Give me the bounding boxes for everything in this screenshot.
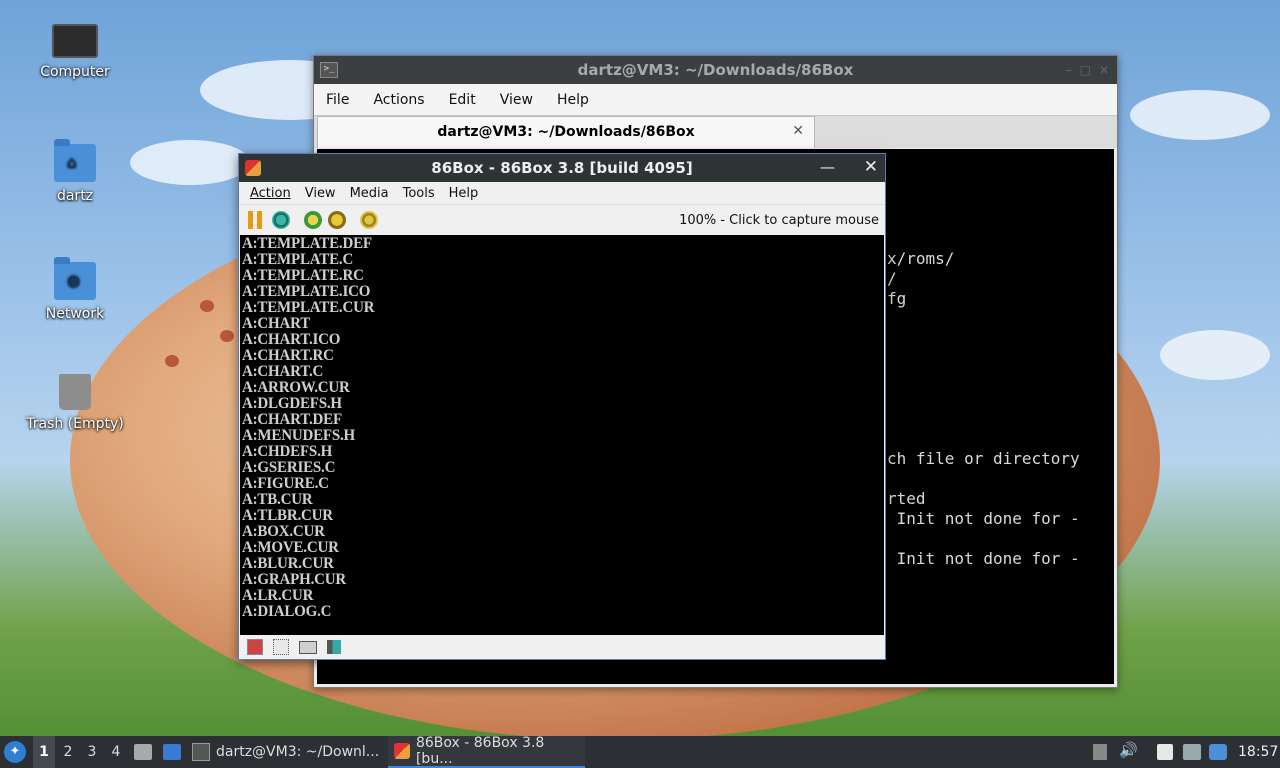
menu-view[interactable]: View — [298, 186, 343, 201]
terminal-tabbar: dartz@VM3: ~/Downloads/86Box ✕ — [314, 115, 1117, 148]
clock[interactable]: 18:57 — [1238, 736, 1278, 768]
computer-icon — [52, 24, 98, 58]
updates-icon[interactable] — [1209, 744, 1227, 760]
86box-statusbar — [240, 636, 884, 658]
menu-actions[interactable]: Actions — [361, 92, 436, 108]
trash-icon — [59, 374, 91, 410]
terminal-titlebar[interactable]: >_ dartz@VM3: ~/Downloads/86Box – □ ✕ — [314, 56, 1117, 84]
menu-file[interactable]: File — [314, 92, 361, 108]
terminal-tab-label: dartz@VM3: ~/Downloads/86Box — [437, 124, 695, 140]
volume-icon[interactable]: 🔊 — [1119, 741, 1138, 759]
86box-toolbar: 100% - Click to capture mouse — [239, 204, 885, 235]
dos-line: A:DIALOG.C — [242, 603, 332, 621]
terminal-line: Init not done for - — [887, 509, 1080, 528]
86box-window: 86Box - 86Box 3.8 [build 4095] — ✕ Actio… — [238, 153, 886, 660]
86box-title: 86Box - 86Box 3.8 [build 4095] — [431, 159, 693, 177]
close-icon[interactable]: ✕ — [864, 157, 878, 177]
tab-close-icon[interactable]: ✕ — [792, 123, 804, 139]
desktop-icon-network[interactable]: ◍ Network — [20, 257, 130, 322]
desktop-icon-label: Network — [45, 306, 105, 322]
desktop-icon-label: Computer — [40, 64, 110, 80]
taskbar-item-label: dartz@VM3: ~/Downl... — [216, 744, 380, 760]
file-manager-icon[interactable] — [134, 744, 152, 760]
workspace-2[interactable]: 2 — [57, 736, 79, 768]
taskbar-item-86box[interactable]: 86Box - 86Box 3.8 [bu... — [388, 735, 585, 768]
terminal-line: ch file or directory — [887, 449, 1080, 468]
capture-status: 100% - Click to capture mouse — [679, 213, 879, 228]
floppy-empty-icon[interactable] — [273, 639, 289, 655]
ctrl-alt-del-icon[interactable] — [304, 211, 322, 229]
tray-expand-icon[interactable] — [1093, 744, 1107, 760]
workspace-4[interactable]: 4 — [105, 736, 127, 768]
86box-menubar: Action View Media Tools Help — [239, 182, 885, 204]
close-icon[interactable]: ✕ — [1099, 63, 1109, 77]
start-menu-icon[interactable]: ✦ — [4, 741, 26, 763]
maximize-icon[interactable]: □ — [1080, 63, 1091, 77]
hard-reset-icon[interactable] — [272, 211, 290, 229]
taskbar-item-label: 86Box - 86Box 3.8 [bu... — [415, 735, 545, 767]
terminal-line: x/roms/ — [887, 249, 955, 268]
desktop-icon-label: Trash (Empty) — [26, 416, 124, 432]
workspace-1[interactable]: 1 — [33, 736, 55, 768]
workspace-3[interactable]: 3 — [81, 736, 103, 768]
network-folder-icon: ◍ — [54, 257, 96, 300]
sound-icon[interactable] — [327, 640, 341, 654]
clipboard-icon[interactable] — [1157, 744, 1173, 760]
menu-help[interactable]: Help — [442, 186, 486, 201]
taskbar: ✦ 1 2 3 4 dartz@VM3: ~/Downl... 86Box - … — [0, 735, 1280, 768]
desktop-icon-home[interactable]: ⌂ dartz — [20, 139, 130, 204]
86box-icon — [394, 743, 410, 759]
taskbar-item-terminal[interactable]: dartz@VM3: ~/Downl... — [192, 736, 382, 768]
minimize-icon[interactable]: — — [820, 158, 835, 176]
menu-edit[interactable]: Edit — [437, 92, 488, 108]
86box-titlebar[interactable]: 86Box - 86Box 3.8 [build 4095] — ✕ — [239, 154, 885, 182]
pause-icon[interactable] — [248, 211, 262, 229]
menu-tools[interactable]: Tools — [396, 186, 442, 201]
terminal-line: fg — [887, 289, 907, 308]
menu-media[interactable]: Media — [343, 186, 396, 201]
terminal-title: dartz@VM3: ~/Downloads/86Box — [577, 61, 854, 79]
terminal-menubar: File Actions Edit View Help — [314, 84, 1117, 115]
terminal-icon — [192, 743, 210, 761]
minimize-icon[interactable]: – — [1066, 63, 1072, 77]
menu-view[interactable]: View — [488, 92, 545, 108]
ctrl-alt-esc-icon[interactable] — [328, 211, 346, 229]
menu-action[interactable]: Action — [243, 186, 298, 201]
terminal-line: / — [887, 269, 897, 288]
terminal-line: rted — [887, 489, 926, 508]
desktop-icon-computer[interactable]: Computer — [20, 24, 130, 80]
terminal-line: Init not done for - — [887, 549, 1080, 568]
desktop-icon-trash[interactable]: Trash (Empty) — [20, 374, 130, 432]
show-desktop-icon[interactable] — [163, 744, 181, 760]
network-icon[interactable] — [1183, 744, 1201, 760]
emulated-screen[interactable]: A:TEMPLATE.DEF A:TEMPLATE.C A:TEMPLATE.R… — [240, 235, 884, 635]
desktop-icon-label: dartz — [56, 188, 94, 204]
menu-help[interactable]: Help — [545, 92, 601, 108]
floppy-icon[interactable] — [247, 639, 263, 655]
home-folder-icon: ⌂ — [54, 139, 96, 182]
hard-disk-icon[interactable] — [299, 640, 317, 654]
settings-icon[interactable] — [360, 211, 378, 229]
terminal-tab[interactable]: dartz@VM3: ~/Downloads/86Box ✕ — [317, 116, 815, 148]
